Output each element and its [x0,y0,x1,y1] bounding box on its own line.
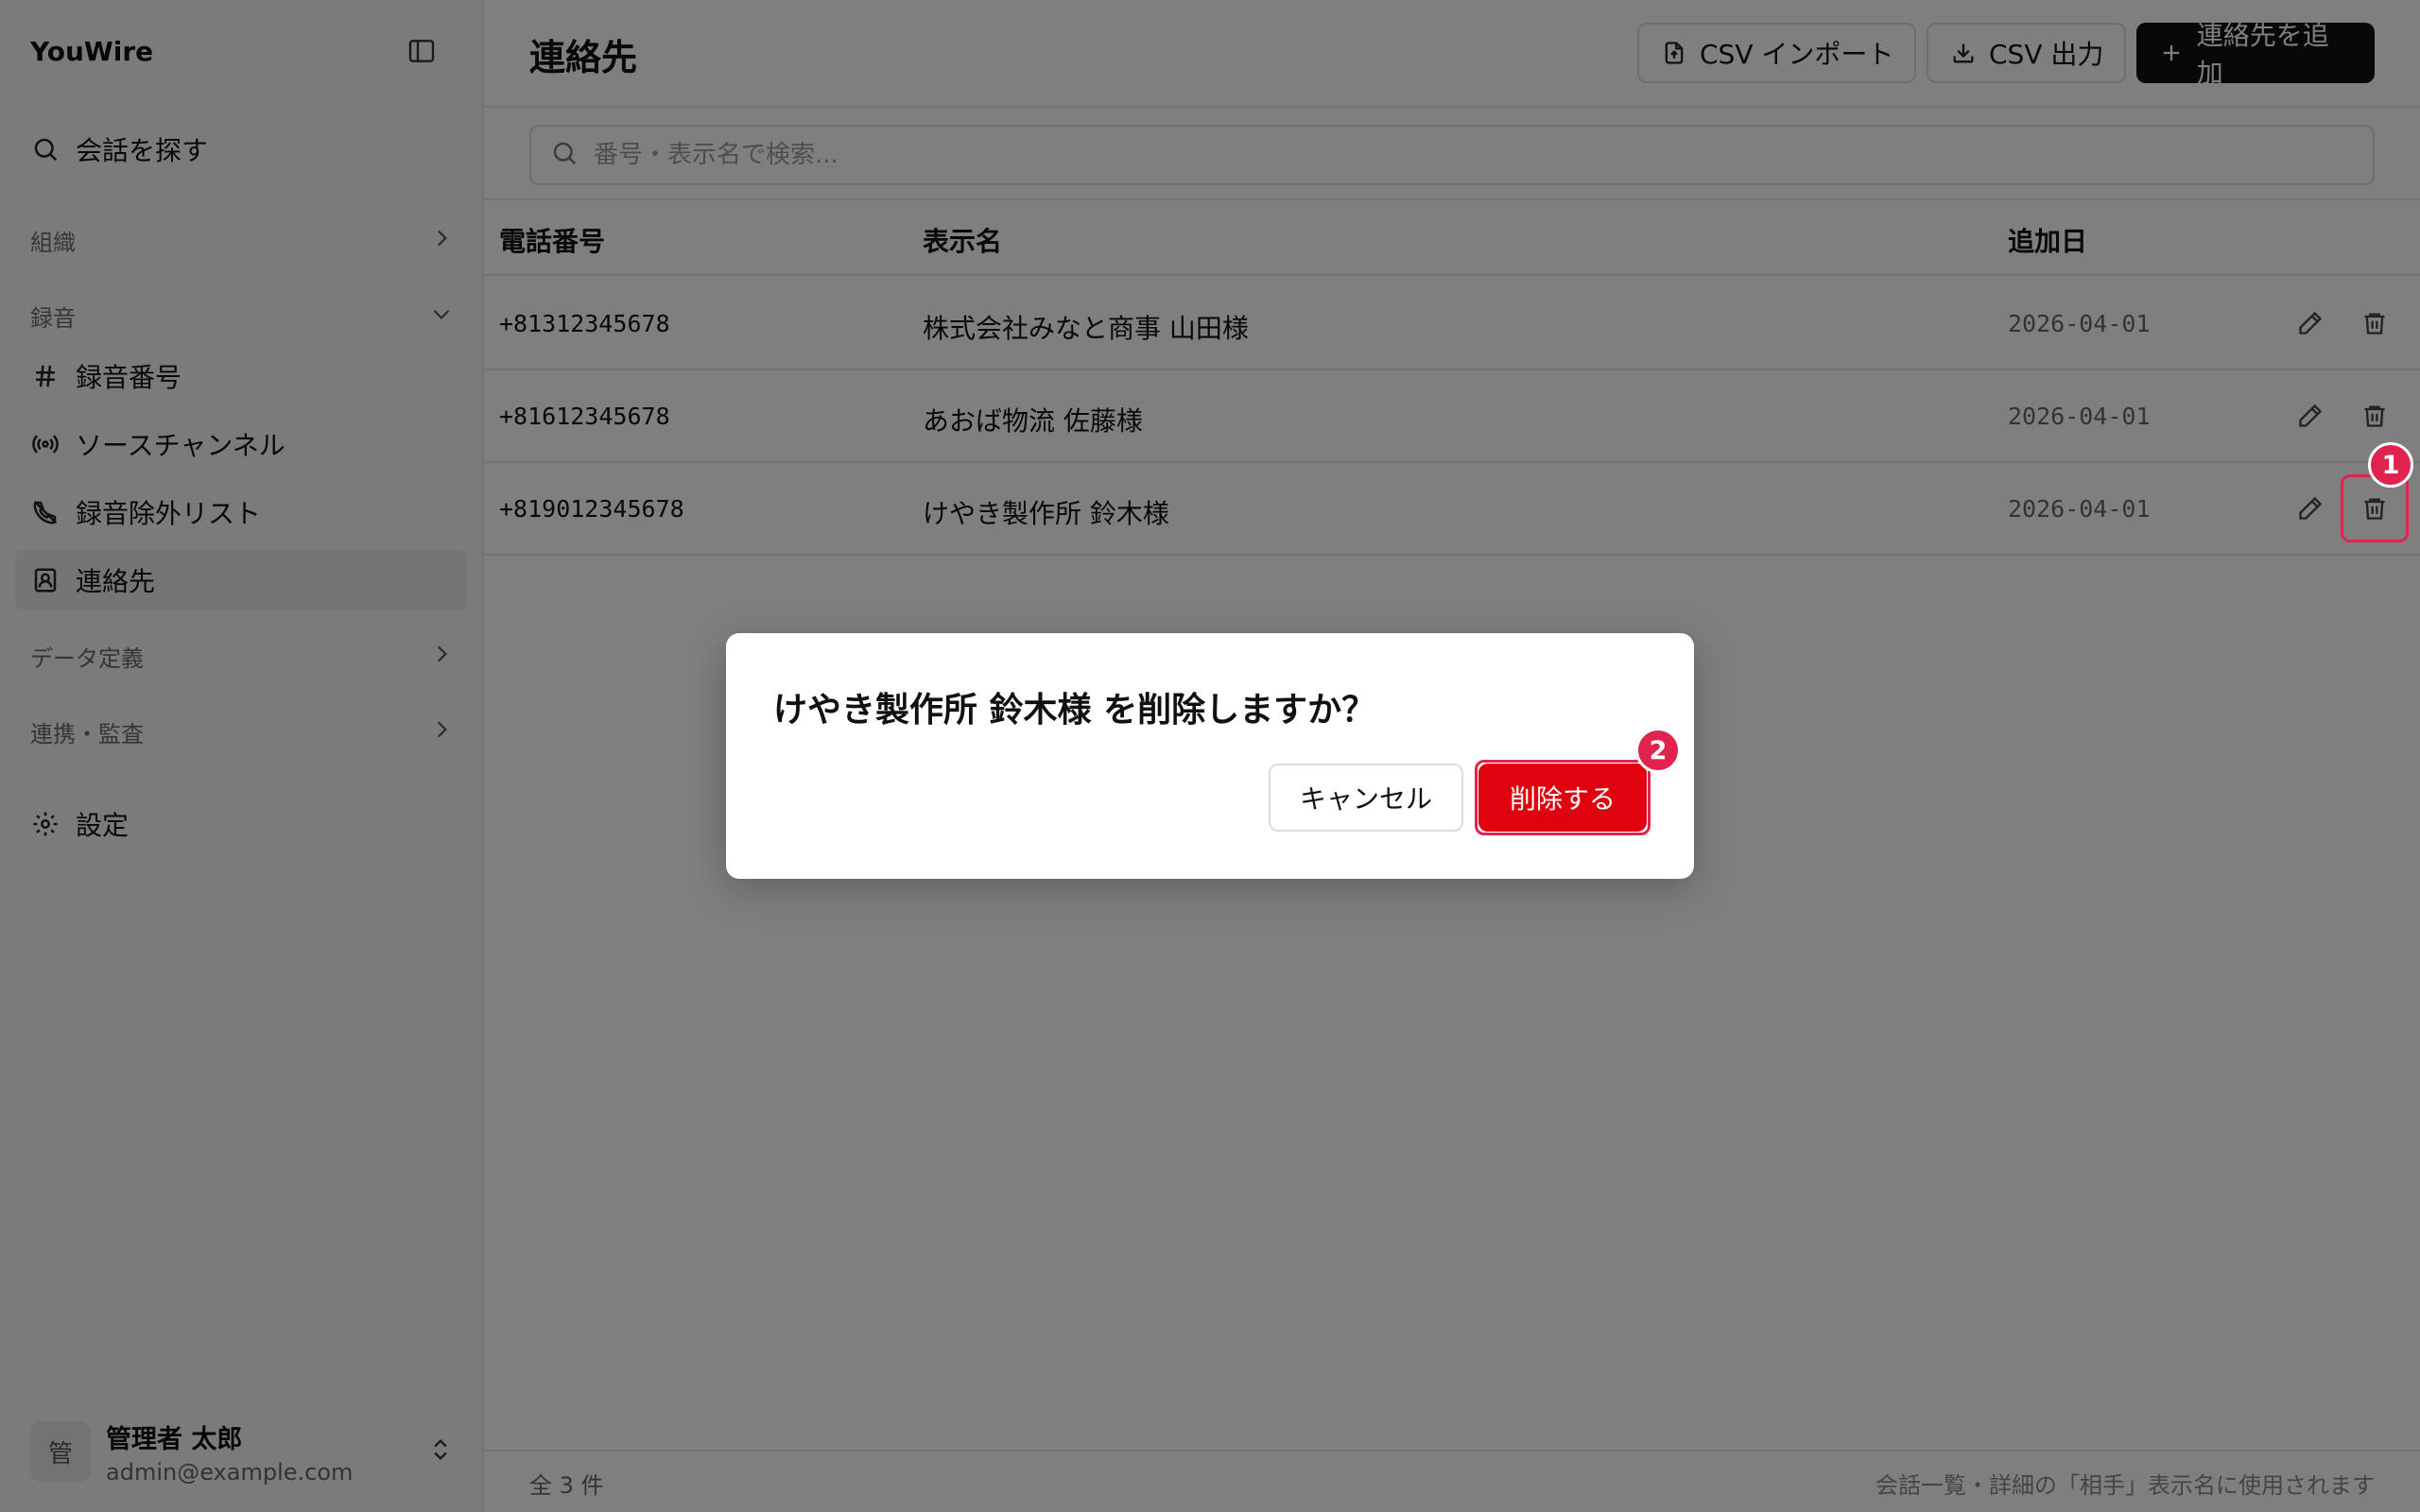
dialog-title: けやき製作所 鈴木様 を削除しますか？ [773,691,1376,730]
confirm-delete-dialog: けやき製作所 鈴木様 を削除しますか？ キャンセル 削除する [726,633,1694,879]
step-marker-2: 2 [1635,728,1681,773]
step-marker-1: 1 [2368,442,2413,488]
highlight-box [1475,760,1651,835]
cancel-button[interactable]: キャンセル [1269,764,1463,832]
